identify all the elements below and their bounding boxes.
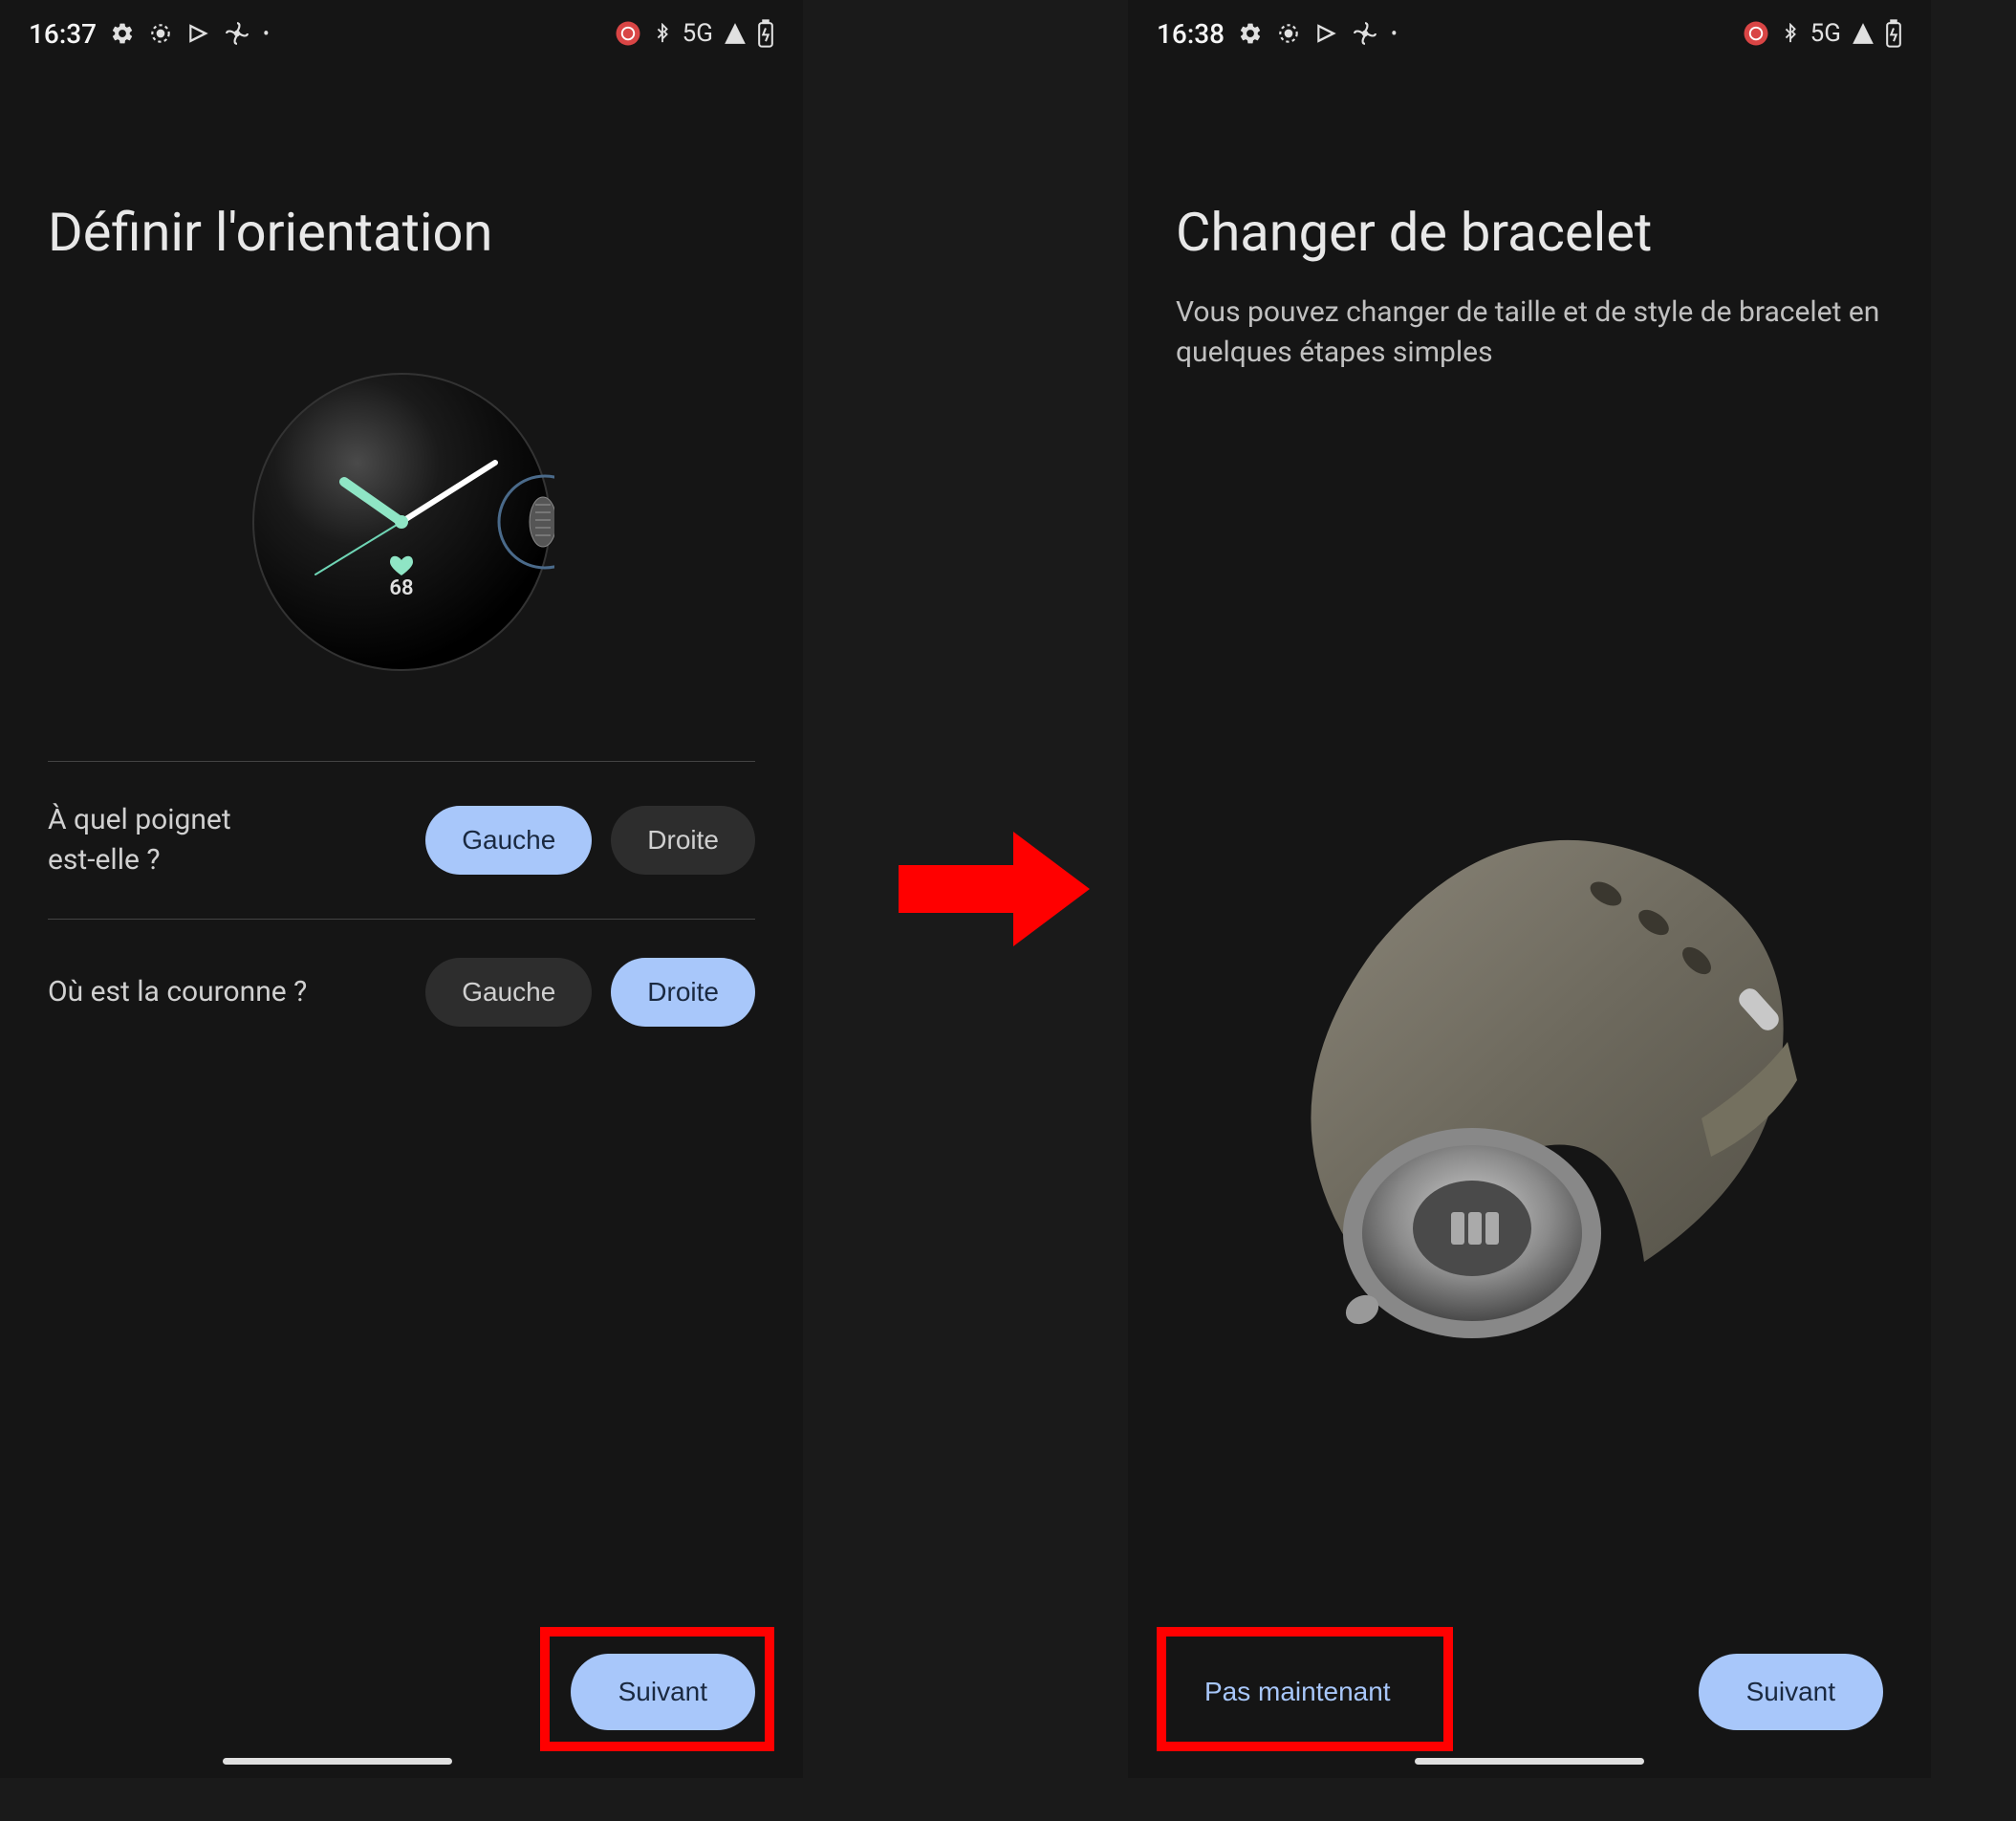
transition-arrow xyxy=(860,0,1128,1778)
next-button[interactable]: Suivant xyxy=(1699,1654,1883,1730)
play-store-icon xyxy=(186,21,211,46)
battery-icon xyxy=(757,19,774,48)
wrist-setting-label: À quel poignet est-elle ? xyxy=(48,800,231,880)
watch-preview: 68 xyxy=(48,369,755,675)
page-title: Définir l'orientation xyxy=(48,201,755,264)
bottom-bar: Pas maintenant Suivant xyxy=(1128,1654,1931,1730)
wrist-setting-row: À quel poignet est-elle ? Gauche Droite xyxy=(48,762,755,919)
crown-right-button[interactable]: Droite xyxy=(611,958,755,1027)
nav-handle[interactable] xyxy=(223,1758,452,1765)
status-time: 16:38 xyxy=(1157,18,1225,50)
next-button[interactable]: Suivant xyxy=(571,1654,755,1730)
nav-handle[interactable] xyxy=(1415,1758,1644,1765)
orientation-screen: 16:37 • 5G xyxy=(0,0,803,1778)
network-label: 5G xyxy=(1810,19,1841,48)
record-icon xyxy=(614,19,642,48)
signal-icon xyxy=(1851,21,1875,46)
play-store-icon xyxy=(1314,21,1339,46)
dot-icon: • xyxy=(1391,22,1398,45)
wrist-right-button[interactable]: Droite xyxy=(611,806,755,875)
status-bar: 16:37 • 5G xyxy=(0,0,803,67)
status-time: 16:37 xyxy=(29,18,97,50)
circle-dot-icon xyxy=(1276,21,1301,46)
bottom-bar: Suivant xyxy=(0,1654,803,1730)
page-subtitle: Vous pouvez changer de taille et de styl… xyxy=(1176,293,1883,373)
battery-icon xyxy=(1885,19,1902,48)
bluetooth-icon xyxy=(652,23,673,44)
dot-icon: • xyxy=(263,22,270,45)
crown-setting-label: Où est la couronne ? xyxy=(48,972,307,1012)
gear-icon xyxy=(1238,21,1263,46)
crown-setting-row: Où est la couronne ? Gauche Droite xyxy=(48,920,755,1065)
network-label: 5G xyxy=(683,19,713,48)
fan-icon xyxy=(225,21,249,46)
skip-button[interactable]: Pas maintenant xyxy=(1176,1654,1420,1730)
crown-left-button[interactable]: Gauche xyxy=(425,958,592,1027)
gear-icon xyxy=(110,21,135,46)
record-icon xyxy=(1742,19,1770,48)
page-title: Changer de bracelet xyxy=(1176,201,1883,264)
band-screen: 16:38 • 5G xyxy=(1128,0,1931,1778)
watch-band-image xyxy=(1176,793,1883,1348)
circle-dot-icon xyxy=(148,21,173,46)
status-bar: 16:38 • 5G xyxy=(1128,0,1931,67)
fan-icon xyxy=(1353,21,1377,46)
wrist-left-button[interactable]: Gauche xyxy=(425,806,592,875)
watch-bpm: 68 xyxy=(389,576,413,600)
bluetooth-icon xyxy=(1780,23,1801,44)
signal-icon xyxy=(723,21,748,46)
